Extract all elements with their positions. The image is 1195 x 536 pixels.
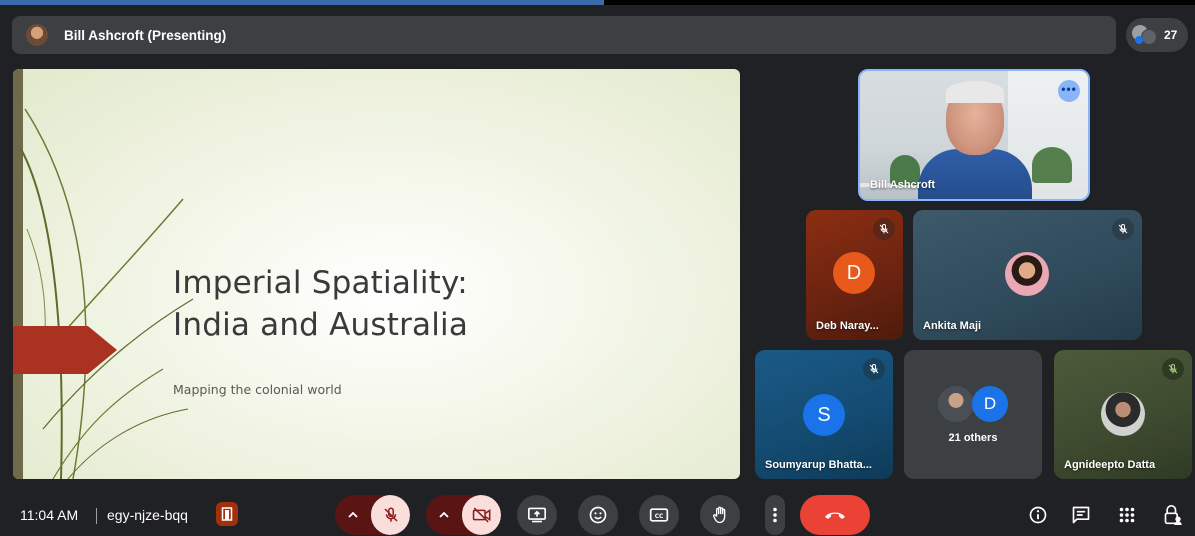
svg-text:CC: CC xyxy=(655,514,664,520)
avatar: S xyxy=(803,394,845,436)
slide-title: Imperial Spatiality: India and Australia xyxy=(173,262,468,346)
current-time: 11:04 AM xyxy=(20,507,79,523)
slide-title-line1: Imperial Spatiality: xyxy=(173,265,468,301)
slide-subtitle: Mapping the colonial world xyxy=(173,382,342,397)
presenter-avatar xyxy=(26,24,48,46)
participant-body xyxy=(918,149,1032,199)
slide-title-line2: India and Australia xyxy=(173,307,469,343)
participant-tile-bill[interactable]: ••• Bill Ashcroft xyxy=(858,69,1090,201)
camera-control xyxy=(426,495,501,535)
participant-tile-soumyarup[interactable]: S Soumyarup Bhatta... xyxy=(755,350,893,479)
presenter-name: Bill Ashcroft (Presenting) xyxy=(64,27,227,43)
participant-name: Soumyarup Bhatta... xyxy=(765,459,872,471)
mic-off-icon xyxy=(873,218,895,240)
emoji-icon xyxy=(589,506,607,524)
participant-name: Deb Naray... xyxy=(816,320,879,332)
top-strip-black xyxy=(604,0,1195,5)
top-strip-blue xyxy=(0,0,604,5)
top-strip xyxy=(0,0,1195,6)
host-controls-button[interactable] xyxy=(1161,503,1185,527)
chevron-up-icon xyxy=(439,511,449,518)
camera-off-icon xyxy=(472,507,490,523)
microphone-control xyxy=(335,495,410,535)
present-screen-button[interactable] xyxy=(517,495,557,535)
presentation-slide: Imperial Spatiality: India and Australia… xyxy=(13,69,740,479)
more-options-button[interactable]: ••• xyxy=(1058,80,1080,102)
raise-hand-icon xyxy=(713,506,726,524)
mic-off-icon xyxy=(1162,358,1184,380)
presenter-bar: Bill Ashcroft (Presenting) xyxy=(12,16,1116,54)
avatar: D xyxy=(972,386,1008,422)
bottom-control-bar: 11:04 AM egy-njze-bqq CC xyxy=(0,493,1195,536)
more-vert-icon xyxy=(773,507,777,523)
chat-button[interactable] xyxy=(1069,503,1093,527)
chat-icon xyxy=(1072,506,1090,524)
camera-toggle-button[interactable] xyxy=(462,495,501,535)
participants-avatars-icon xyxy=(1132,23,1158,47)
activities-button[interactable] xyxy=(1115,503,1139,527)
background-plant xyxy=(1032,147,1072,183)
divider xyxy=(96,508,97,524)
breakout-door-icon[interactable] xyxy=(216,502,238,526)
captions-icon: CC xyxy=(649,508,669,522)
chevron-up-icon xyxy=(348,511,358,518)
info-icon xyxy=(1029,506,1047,524)
reactions-button[interactable] xyxy=(578,495,618,535)
mic-toggle-button[interactable] xyxy=(371,495,410,535)
participant-tile-ankita[interactable]: Ankita Maji xyxy=(913,210,1142,340)
captions-button[interactable]: CC xyxy=(639,495,679,535)
others-label: 21 others xyxy=(948,432,998,444)
participants-button[interactable]: 27 xyxy=(1126,18,1188,52)
participant-name: Ankita Maji xyxy=(923,320,982,332)
lock-person-icon xyxy=(1164,505,1182,525)
camera-options-button[interactable] xyxy=(426,495,462,535)
more-options-button[interactable] xyxy=(765,495,785,535)
avatar xyxy=(938,386,974,422)
avatar: D xyxy=(833,252,875,294)
participant-tile-others[interactable]: D 21 others xyxy=(904,350,1042,479)
mic-off-icon xyxy=(1112,218,1134,240)
participant-name: Bill Ashcroft xyxy=(870,179,935,191)
mic-off-icon xyxy=(383,507,398,522)
participant-hair xyxy=(946,81,1004,103)
mic-options-button[interactable] xyxy=(335,495,371,535)
avatar xyxy=(1101,392,1145,436)
participant-count: 27 xyxy=(1164,28,1178,42)
avatar xyxy=(1005,252,1049,296)
participant-tile-agnideepto[interactable]: Agnideepto Datta xyxy=(1054,350,1192,479)
end-call-icon xyxy=(825,512,845,519)
present-screen-icon xyxy=(528,507,546,523)
mic-off-icon xyxy=(863,358,885,380)
leave-call-button[interactable] xyxy=(800,495,870,535)
participant-name: Agnideepto Datta xyxy=(1064,459,1156,471)
apps-grid-icon xyxy=(1119,507,1135,523)
participant-tile-deb[interactable]: D Deb Naray... xyxy=(806,210,903,340)
more-dots-icon: ••• xyxy=(1061,82,1077,96)
meeting-code: egy-njze-bqq xyxy=(107,507,188,523)
raise-hand-button[interactable] xyxy=(700,495,740,535)
meeting-info-button[interactable] xyxy=(1026,503,1050,527)
